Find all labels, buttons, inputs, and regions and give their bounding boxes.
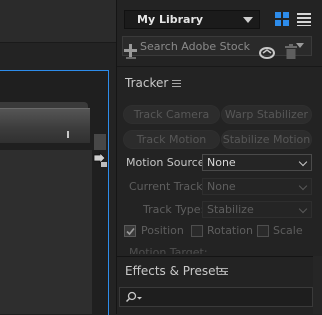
track-camera-button[interactable]: Track Camera [123, 105, 220, 124]
trash-icon[interactable] [285, 44, 297, 59]
panel-divider [117, 256, 322, 257]
hamburger-menu-icon[interactable] [172, 80, 181, 88]
chevron-down-icon [243, 17, 253, 23]
search-icon[interactable] [125, 291, 143, 303]
layer-marker [67, 131, 69, 138]
panel-divider [117, 66, 322, 67]
viewer-toolbar [0, 0, 116, 43]
scale-checkbox[interactable] [257, 225, 269, 237]
drag-handle-icon[interactable] [91, 152, 109, 168]
chevron-down-icon [298, 204, 308, 214]
layer-bar[interactable] [0, 108, 90, 143]
effects-presets-panel-title: Effects & Presets [125, 264, 227, 278]
position-checkbox-label[interactable]: Position [141, 224, 184, 237]
track-type-select[interactable]: Stabilize [202, 201, 312, 218]
list-view-icon[interactable] [297, 12, 311, 26]
scale-checkbox-label[interactable]: Scale [273, 224, 303, 237]
chevron-down-icon [298, 157, 308, 167]
effects-search-input[interactable] [119, 287, 313, 307]
rotation-checkbox[interactable] [191, 225, 203, 237]
warp-stabilizer-button[interactable]: Warp Stabilizer [221, 105, 312, 124]
position-checkbox[interactable] [124, 225, 136, 237]
track-motion-button[interactable]: Track Motion [123, 130, 220, 149]
track-type-label: Track Type: [143, 203, 205, 216]
current-track-value: None [207, 180, 236, 193]
library-name: My Library [137, 13, 204, 26]
checkmark-icon [126, 227, 135, 236]
chevron-down-icon[interactable] [296, 43, 304, 48]
library-dropdown[interactable]: My Library [124, 10, 260, 29]
motion-source-label: Motion Source: [126, 156, 209, 169]
sync-icon[interactable] [258, 46, 276, 60]
tracker-panel-title: Tracker [125, 76, 169, 90]
current-track-select[interactable]: None [202, 178, 312, 195]
viewer-canvas [0, 150, 92, 314]
stock-search-placeholder[interactable]: Search Adobe Stock [140, 40, 250, 53]
add-icon[interactable] [124, 44, 138, 60]
motion-source-select[interactable]: None [202, 154, 312, 171]
motion-source-value: None [207, 156, 236, 169]
current-track-label: Current Track: [129, 180, 207, 193]
rotation-checkbox-label[interactable]: Rotation [207, 224, 253, 237]
track-type-value: Stabilize [207, 203, 254, 216]
grid-view-icon[interactable] [275, 12, 289, 26]
panel-scrollbar[interactable] [313, 256, 322, 314]
viewer-scrollbar[interactable] [94, 134, 106, 150]
stabilize-motion-button[interactable]: Stabilize Motion [221, 130, 312, 149]
hamburger-menu-icon[interactable] [219, 268, 228, 276]
chevron-down-icon [298, 181, 308, 191]
